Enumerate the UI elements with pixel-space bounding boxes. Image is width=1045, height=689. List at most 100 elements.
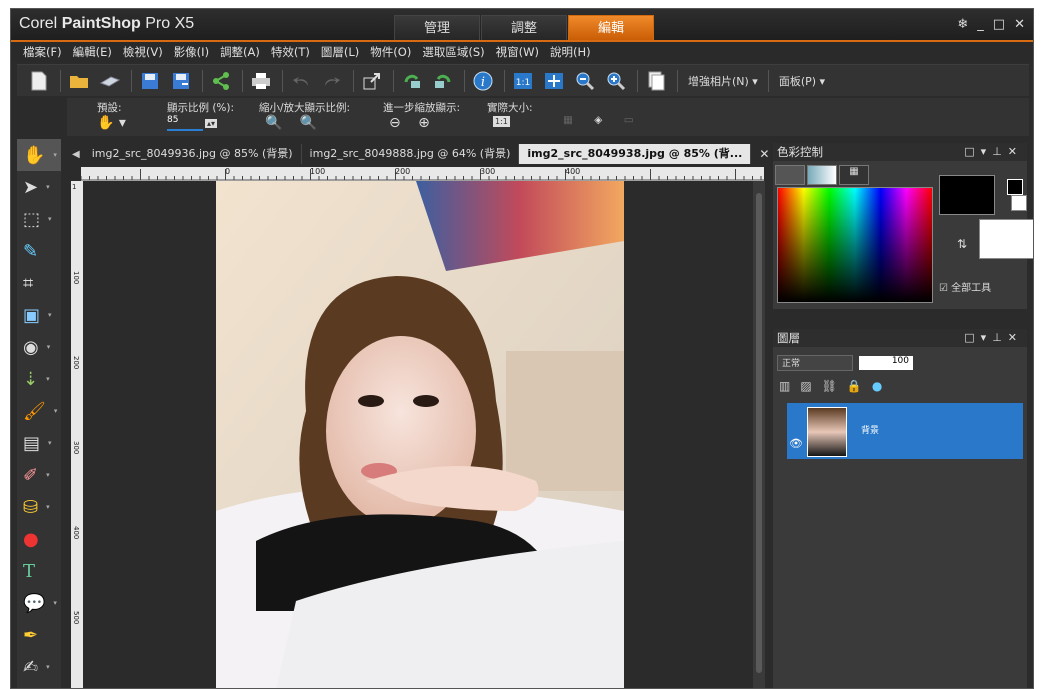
panel-menu-icon[interactable]: ▾ (981, 145, 993, 158)
menu-image[interactable]: 影像(I) (174, 42, 209, 62)
small-bg-swatch[interactable] (1011, 195, 1027, 211)
screen-icon[interactable]: ▭ (624, 114, 634, 126)
info-icon[interactable]: i (469, 68, 497, 94)
picture-tube-tool[interactable]: ● (17, 523, 61, 555)
red-eye-tool[interactable]: ◉ ▾ (17, 331, 61, 363)
layers-menu-icon[interactable]: ▾ (981, 331, 993, 344)
menu-selections[interactable]: 選取區域(S) (422, 42, 484, 62)
frame-tab-icon[interactable] (775, 165, 805, 185)
background-swatch[interactable] (979, 219, 1033, 259)
menu-view[interactable]: 檢視(V) (123, 42, 163, 62)
blend-mode-select[interactable]: 正常 (777, 355, 853, 371)
layers-pin-icon[interactable]: ⊥ (992, 331, 1008, 344)
tab-manage[interactable]: 管理 (394, 15, 480, 41)
selection-tool[interactable]: ⬚ ▾ (17, 203, 61, 235)
panel-maximize-icon[interactable]: □ (964, 145, 980, 158)
restore-icon[interactable]: □ (993, 17, 1005, 32)
new-file-icon[interactable] (25, 68, 53, 94)
print-icon[interactable] (247, 68, 275, 94)
layer-effects-icon[interactable]: ● (872, 379, 882, 393)
shape-tool[interactable]: 💬 ▾ (17, 587, 61, 619)
enhance-photo-menu[interactable]: 增強相片(N) ▾ (688, 73, 758, 89)
doc-tab-2[interactable]: img2_src_8049888.jpg @ 64% (背景) (302, 144, 520, 164)
link-icon[interactable]: ⛓ (822, 379, 837, 393)
zoom-minus-icon[interactable]: ⊖ (389, 115, 401, 131)
save-as-icon[interactable] (167, 68, 195, 94)
menu-effects[interactable]: 特效(T) (271, 42, 310, 62)
share-icon[interactable] (207, 68, 235, 94)
makeover-tool[interactable]: ⇣ ▾ (17, 363, 61, 395)
swap-colors-icon[interactable]: ⇅ (957, 237, 967, 251)
zoom-in-small-icon[interactable]: 🔍 (300, 115, 317, 131)
vertical-scrollbar[interactable] (753, 181, 765, 688)
warp-brush-tool[interactable]: ✍ ▾ (17, 651, 61, 683)
palettes-menu[interactable]: 面板(P) ▾ (779, 73, 825, 89)
menu-layers[interactable]: 圖層(L) (321, 42, 359, 62)
new-layer-icon[interactable]: ▥ (779, 379, 790, 393)
doc-tab-3[interactable]: img2_src_8049938.jpg @ 85% (背... (519, 144, 752, 164)
opacity-field[interactable]: 100 (859, 356, 913, 370)
fit-window-icon[interactable] (540, 68, 568, 94)
gradient-tool[interactable]: ▤ ▾ (17, 427, 61, 459)
actual-size-small-icon[interactable]: 1:1 (493, 116, 510, 127)
layer-row[interactable]: 👁 背景 (787, 403, 1023, 459)
crop-tool[interactable]: ⌗ (17, 267, 61, 299)
straighten-tool[interactable]: ▣ ▾ (17, 299, 61, 331)
foreground-swatch[interactable] (939, 175, 995, 215)
fit-icon[interactable]: ◈ (594, 114, 602, 126)
pick-tool[interactable]: ➤ ▾ (17, 171, 61, 203)
lock-icon[interactable]: 🔒 (847, 379, 862, 393)
color-spectrum[interactable] (777, 187, 933, 303)
eraser-tool[interactable]: ✐ ▾ (17, 459, 61, 491)
resize-icon[interactable] (358, 68, 386, 94)
small-fg-swatch[interactable] (1007, 179, 1023, 195)
minimize-icon[interactable]: _ (977, 17, 984, 32)
all-tools-checkbox[interactable]: ☑ 全部工具 (939, 279, 991, 294)
menu-objects[interactable]: 物件(O) (370, 42, 411, 62)
menu-window[interactable]: 視窗(W) (496, 42, 539, 62)
delete-layer-icon[interactable]: ▨ (800, 379, 811, 393)
fill-tool[interactable]: ⛁ ▾ (17, 491, 61, 523)
panel-close-icon[interactable]: ✕ (1008, 145, 1023, 158)
pan-tool[interactable]: ✋ ▾ (17, 139, 61, 171)
zoom-spinner-icon[interactable]: ▴▾ (205, 118, 218, 128)
canvas-area[interactable] (83, 181, 753, 688)
undo-icon[interactable] (287, 68, 315, 94)
layers-maximize-icon[interactable]: □ (964, 331, 980, 344)
actual-size-icon[interactable]: 1:1 (509, 68, 537, 94)
menu-adjust[interactable]: 調整(A) (220, 42, 260, 62)
tab-adjust[interactable]: 調整 (481, 15, 567, 41)
panel-pin-icon[interactable]: ⊥ (992, 145, 1008, 158)
pen-tool[interactable]: ✒ (17, 619, 61, 651)
spectrum-tab-icon[interactable] (807, 165, 837, 185)
dropper-tool[interactable]: ✎ (17, 235, 61, 267)
swatches-tab-icon[interactable]: ▦ (839, 165, 869, 185)
open-folder-icon[interactable] (65, 68, 93, 94)
preset-hand-icon[interactable]: ✋ ▾ (97, 115, 126, 131)
rotate-right-icon[interactable] (429, 68, 457, 94)
menu-file[interactable]: 檔案(F) (23, 42, 62, 62)
zoom-out-small-icon[interactable]: 🔍 (265, 115, 282, 131)
settings-icon[interactable]: ❄ (957, 17, 968, 32)
doc-tab-1[interactable]: img2_src_8049936.jpg @ 85% (背景) (84, 144, 302, 164)
scroll-thumb[interactable] (756, 193, 762, 673)
menu-help[interactable]: 說明(H) (550, 42, 591, 62)
save-icon[interactable] (136, 68, 164, 94)
layer-visibility-icon[interactable]: 👁 (789, 437, 803, 450)
text-tool[interactable]: T (17, 555, 61, 587)
center-icon[interactable]: ▦ (563, 114, 573, 126)
documents-icon[interactable] (642, 68, 670, 94)
scan-icon[interactable] (96, 68, 124, 94)
paint-brush-tool[interactable]: 🖌 ▾ (17, 395, 61, 427)
zoom-percent-input[interactable]: 85 (167, 115, 203, 131)
menu-edit[interactable]: 編輯(E) (73, 42, 112, 62)
redo-icon[interactable] (318, 68, 346, 94)
close-icon[interactable]: ✕ (1014, 17, 1025, 32)
tab-scroll-left-icon[interactable]: ◀ (68, 149, 84, 160)
rotate-left-icon[interactable] (398, 68, 426, 94)
zoom-in-icon[interactable] (602, 68, 630, 94)
zoom-out-icon[interactable] (571, 68, 599, 94)
layers-close-icon[interactable]: ✕ (1008, 331, 1023, 344)
tab-edit[interactable]: 編輯 (568, 15, 654, 41)
zoom-plus-icon[interactable]: ⊕ (418, 115, 430, 131)
